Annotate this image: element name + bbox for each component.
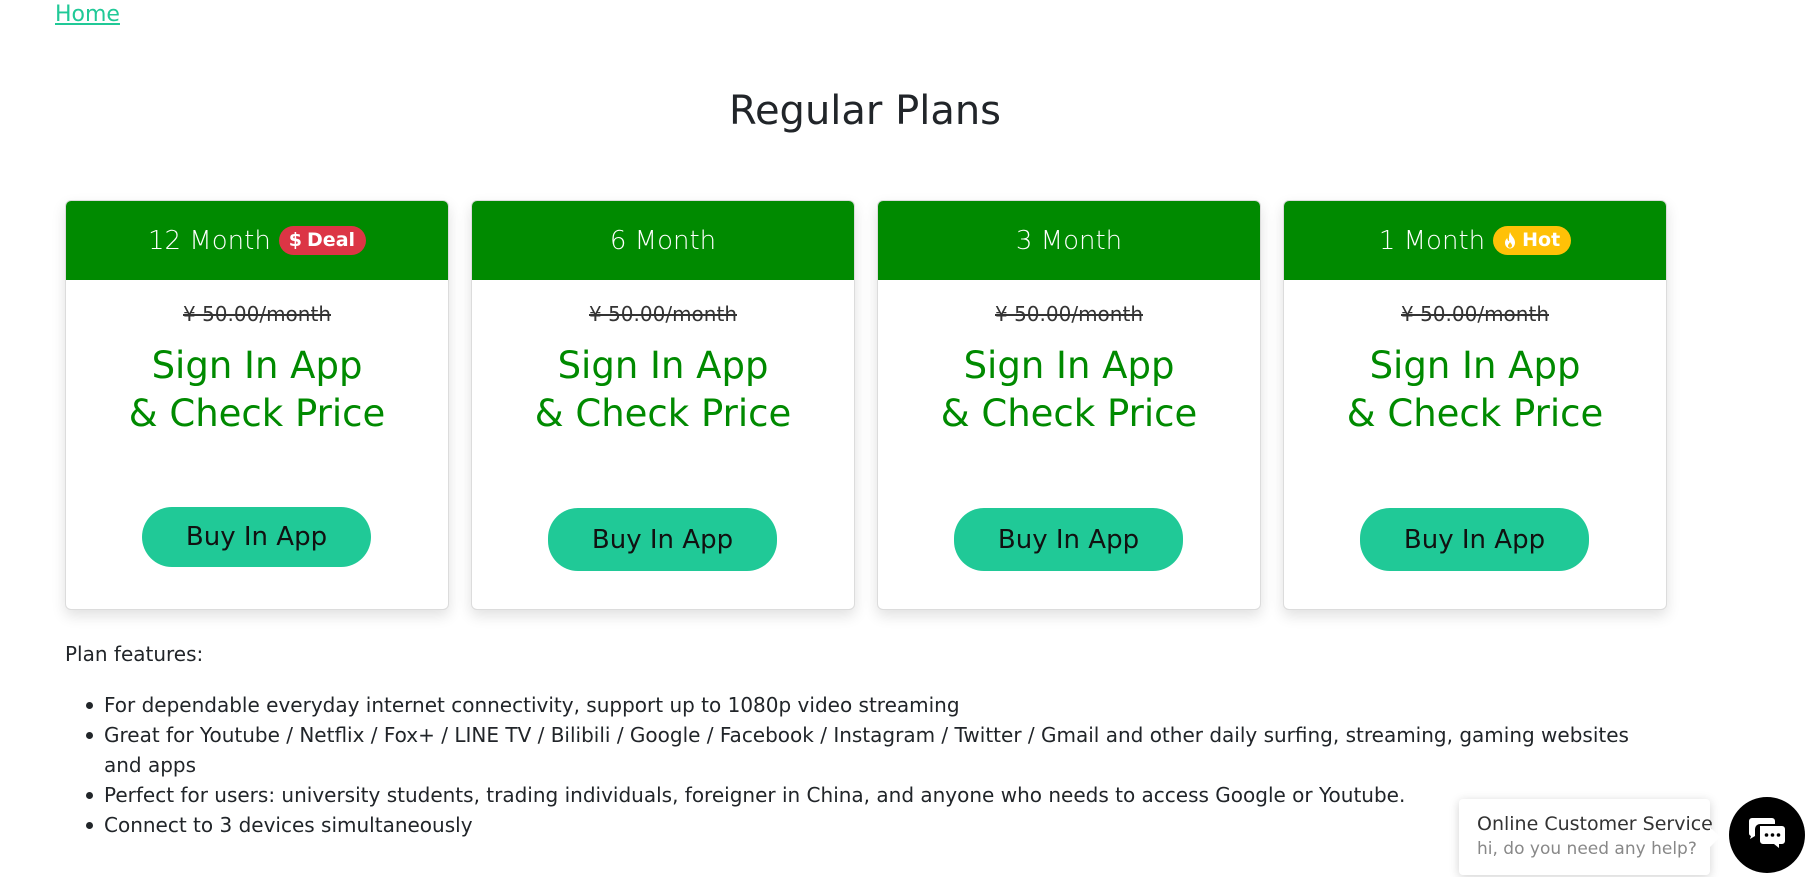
buy-in-app-button[interactable]: Buy In App xyxy=(1360,508,1589,571)
price-line-1: Sign In App xyxy=(151,344,363,387)
chat-button[interactable] xyxy=(1729,797,1805,873)
feature-item: For dependable everyday internet connect… xyxy=(86,690,1664,720)
home-link[interactable]: Home xyxy=(55,2,120,27)
section-title: Regular Plans xyxy=(728,88,1002,134)
price-line-2: & Check Price xyxy=(128,392,386,435)
dollar-icon: $ xyxy=(288,229,303,251)
plan-header: 12 Month $ Deal xyxy=(66,201,448,280)
plan-header: 3 Month xyxy=(878,201,1260,280)
chat-subtitle: hi, do you need any help? xyxy=(1477,839,1697,859)
chat-icon xyxy=(1748,817,1786,853)
badge-label: Hot xyxy=(1522,229,1561,251)
plan-name: 1 Month xyxy=(1378,225,1486,256)
plan-card-12-month: 12 Month $ Deal ¥ 50.00/month Sign In Ap… xyxy=(65,200,449,610)
features-label: Plan features: xyxy=(65,642,204,666)
plan-card-3-month: 3 Month ¥ 50.00/month Sign In App & Chec… xyxy=(877,200,1261,610)
price-line-2: & Check Price xyxy=(940,392,1198,435)
plan-name: 12 Month xyxy=(147,225,271,256)
fire-icon xyxy=(1503,231,1517,249)
price-line-1: Sign In App xyxy=(963,344,1175,387)
hot-badge: Hot xyxy=(1493,226,1572,255)
chat-title: Online Customer Service xyxy=(1477,813,1713,835)
plan-header: 6 Month xyxy=(472,201,854,280)
feature-item: Perfect for users: university students, … xyxy=(86,780,1664,810)
old-price: ¥ 50.00/month xyxy=(183,302,331,326)
old-price: ¥ 50.00/month xyxy=(995,302,1143,326)
plan-name: 3 Month xyxy=(1015,225,1123,256)
buy-in-app-button[interactable]: Buy In App xyxy=(548,508,777,571)
price-line-1: Sign In App xyxy=(557,344,769,387)
plan-card-1-month: 1 Month Hot ¥ 50.00/month Sign In App & … xyxy=(1283,200,1667,610)
old-price: ¥ 50.00/month xyxy=(589,302,737,326)
price-line-1: Sign In App xyxy=(1369,344,1581,387)
buy-in-app-button[interactable]: Buy In App xyxy=(954,508,1183,571)
page: Home Regular Plans 12 Month $ Deal ¥ 50.… xyxy=(0,0,1809,877)
plan-card-6-month: 6 Month ¥ 50.00/month Sign In App & Chec… xyxy=(471,200,855,610)
feature-item: Connect to 3 devices simultaneously xyxy=(86,810,1664,840)
price-line-2: & Check Price xyxy=(1346,392,1604,435)
badge-label: Deal xyxy=(307,229,356,251)
old-price: ¥ 50.00/month xyxy=(1401,302,1549,326)
buy-in-app-button[interactable]: Buy In App xyxy=(142,507,371,567)
chat-prompt-bubble[interactable]: Online Customer Service hi, do you need … xyxy=(1459,799,1720,875)
feature-item: Great for Youtube / Netflix / Fox+ / LIN… xyxy=(86,720,1664,780)
plan-header: 1 Month Hot xyxy=(1284,201,1666,280)
features-list: For dependable everyday internet connect… xyxy=(86,690,1664,840)
plan-name: 6 Month xyxy=(609,225,717,256)
deal-badge: $ Deal xyxy=(278,226,367,255)
price-line-2: & Check Price xyxy=(534,392,792,435)
